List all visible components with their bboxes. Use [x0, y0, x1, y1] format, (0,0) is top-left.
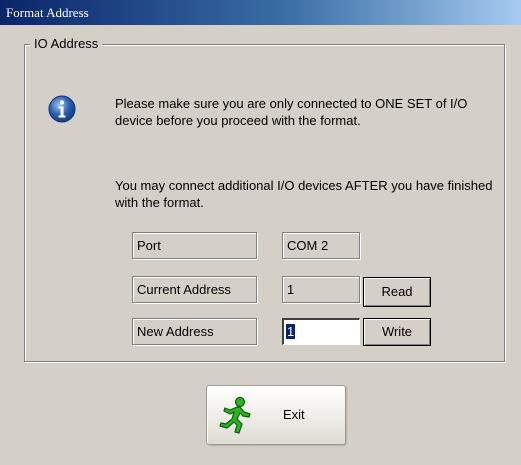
port-label: Port: [132, 232, 257, 259]
window-title: Format Address: [6, 5, 89, 20]
exit-button[interactable]: Exit: [206, 385, 346, 445]
read-button[interactable]: Read: [363, 277, 431, 307]
info-icon: [48, 95, 76, 123]
instruction-text: Please make sure you are only connected …: [115, 96, 468, 128]
new-address-value: 1: [286, 324, 296, 339]
new-address-input[interactable]: 1: [282, 318, 360, 345]
write-button[interactable]: Write: [363, 318, 431, 346]
current-address-label: Current Address: [132, 276, 257, 303]
port-value: COM 2: [282, 232, 360, 259]
current-address-value: 1: [282, 276, 360, 303]
groupbox-legend: IO Address: [30, 36, 103, 52]
title-bar[interactable]: Format Address: [0, 0, 521, 25]
exit-label: Exit: [283, 407, 305, 422]
additional-devices-text: You may connect additional I/O devices A…: [115, 178, 493, 210]
running-man-icon: [219, 396, 251, 434]
new-address-label: New Address: [132, 318, 257, 345]
